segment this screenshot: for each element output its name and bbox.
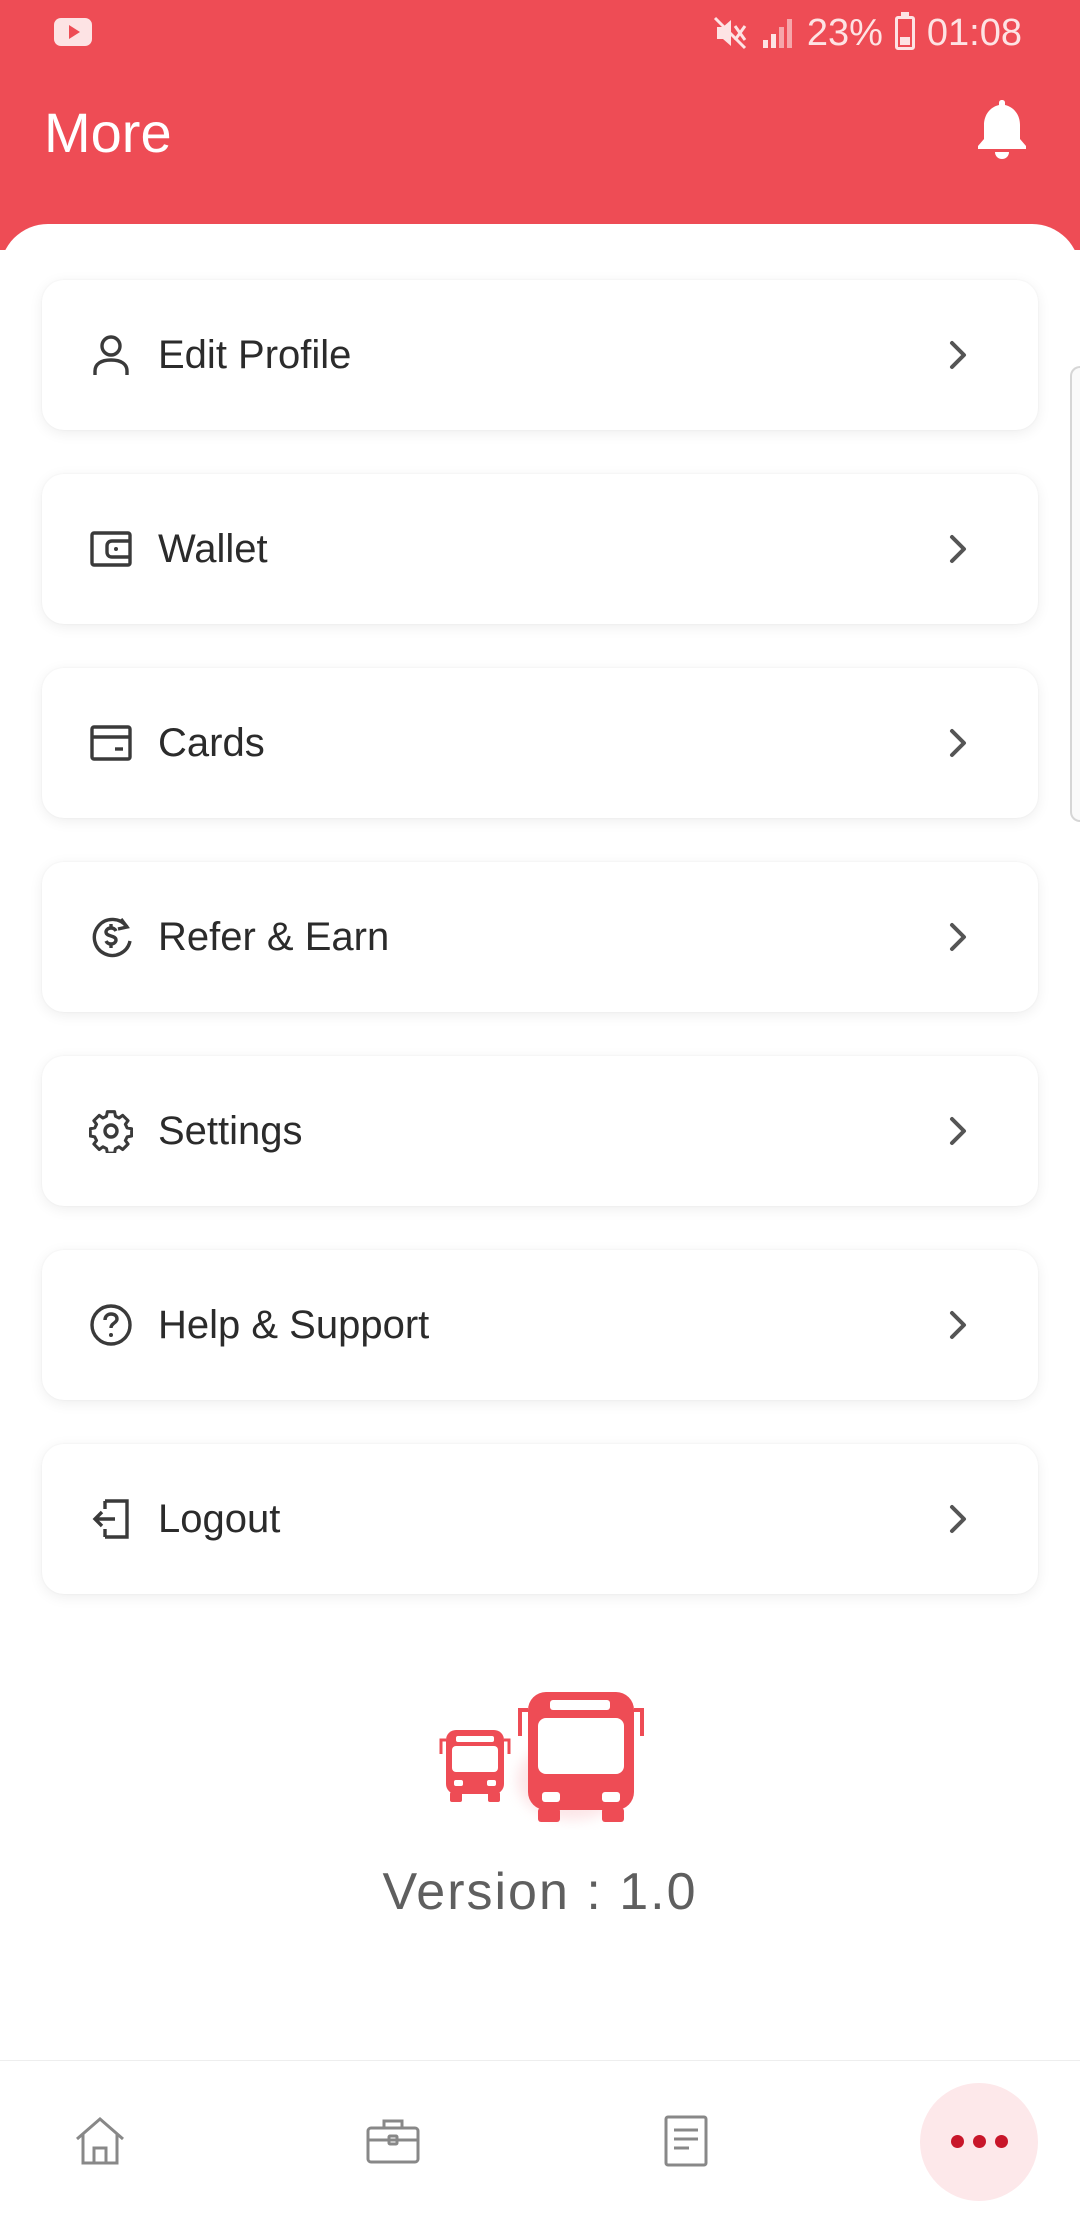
chevron-right-icon	[950, 1505, 966, 1533]
menu-item-wallet[interactable]: Wallet	[42, 474, 1038, 624]
app-version: Version : 1.0	[382, 1863, 698, 1921]
more-icon	[950, 2134, 1008, 2148]
home-icon	[76, 2117, 124, 2165]
bottom-navigation	[0, 2060, 1080, 2220]
side-drawer-handle[interactable]	[1070, 366, 1080, 822]
briefcase-icon	[366, 2119, 420, 2164]
gear-icon	[88, 1108, 134, 1154]
chevron-right-icon	[950, 535, 966, 563]
user-icon	[88, 332, 134, 378]
notification-bell-icon[interactable]	[974, 96, 1030, 160]
youtube-notification-icon	[54, 18, 92, 46]
nav-more[interactable]	[919, 2061, 1039, 2220]
menu-item-label: Logout	[158, 1496, 281, 1541]
mute-icon	[713, 16, 747, 50]
signal-icon	[762, 19, 792, 48]
menu-item-label: Wallet	[158, 526, 268, 571]
status-bar: 23% 01:08	[0, 0, 1080, 66]
bus-logo-icon	[439, 1692, 644, 1822]
logout-icon	[88, 1496, 134, 1542]
menu-item-edit-profile[interactable]: Edit Profile	[42, 280, 1038, 430]
clock: 01:08	[926, 11, 1022, 54]
menu-list: Edit Profile Wallet Cards Refer & Earn S…	[42, 280, 1038, 1638]
app-header: 23% 01:08 More	[0, 0, 1080, 250]
nav-documents[interactable]	[626, 2061, 746, 2220]
wallet-icon	[88, 526, 134, 572]
chevron-right-icon	[950, 341, 966, 369]
menu-item-label: Cards	[158, 720, 265, 765]
menu-item-logout[interactable]: Logout	[42, 1444, 1038, 1594]
menu-item-label: Refer & Earn	[158, 914, 390, 959]
battery-icon	[894, 12, 915, 50]
menu-item-label: Help & Support	[158, 1302, 430, 1347]
chevron-right-icon	[950, 1117, 966, 1145]
nav-bookings[interactable]	[333, 2061, 453, 2220]
menu-item-settings[interactable]: Settings	[42, 1056, 1038, 1206]
menu-item-label: Edit Profile	[158, 332, 352, 377]
battery-percent: 23%	[806, 11, 883, 54]
chevron-right-icon	[950, 729, 966, 757]
chevron-right-icon	[950, 923, 966, 951]
menu-item-refer-earn[interactable]: Refer & Earn	[42, 862, 1038, 1012]
menu-item-help-support[interactable]: Help & Support	[42, 1250, 1038, 1400]
menu-item-cards[interactable]: Cards	[42, 668, 1038, 818]
help-icon	[88, 1302, 134, 1348]
nav-home[interactable]	[40, 2061, 160, 2220]
page-title: More	[44, 101, 172, 164]
document-icon	[664, 2115, 708, 2167]
chevron-right-icon	[950, 1311, 966, 1339]
card-icon	[88, 720, 134, 766]
menu-item-label: Settings	[158, 1108, 303, 1153]
refer-earn-icon	[88, 914, 134, 960]
